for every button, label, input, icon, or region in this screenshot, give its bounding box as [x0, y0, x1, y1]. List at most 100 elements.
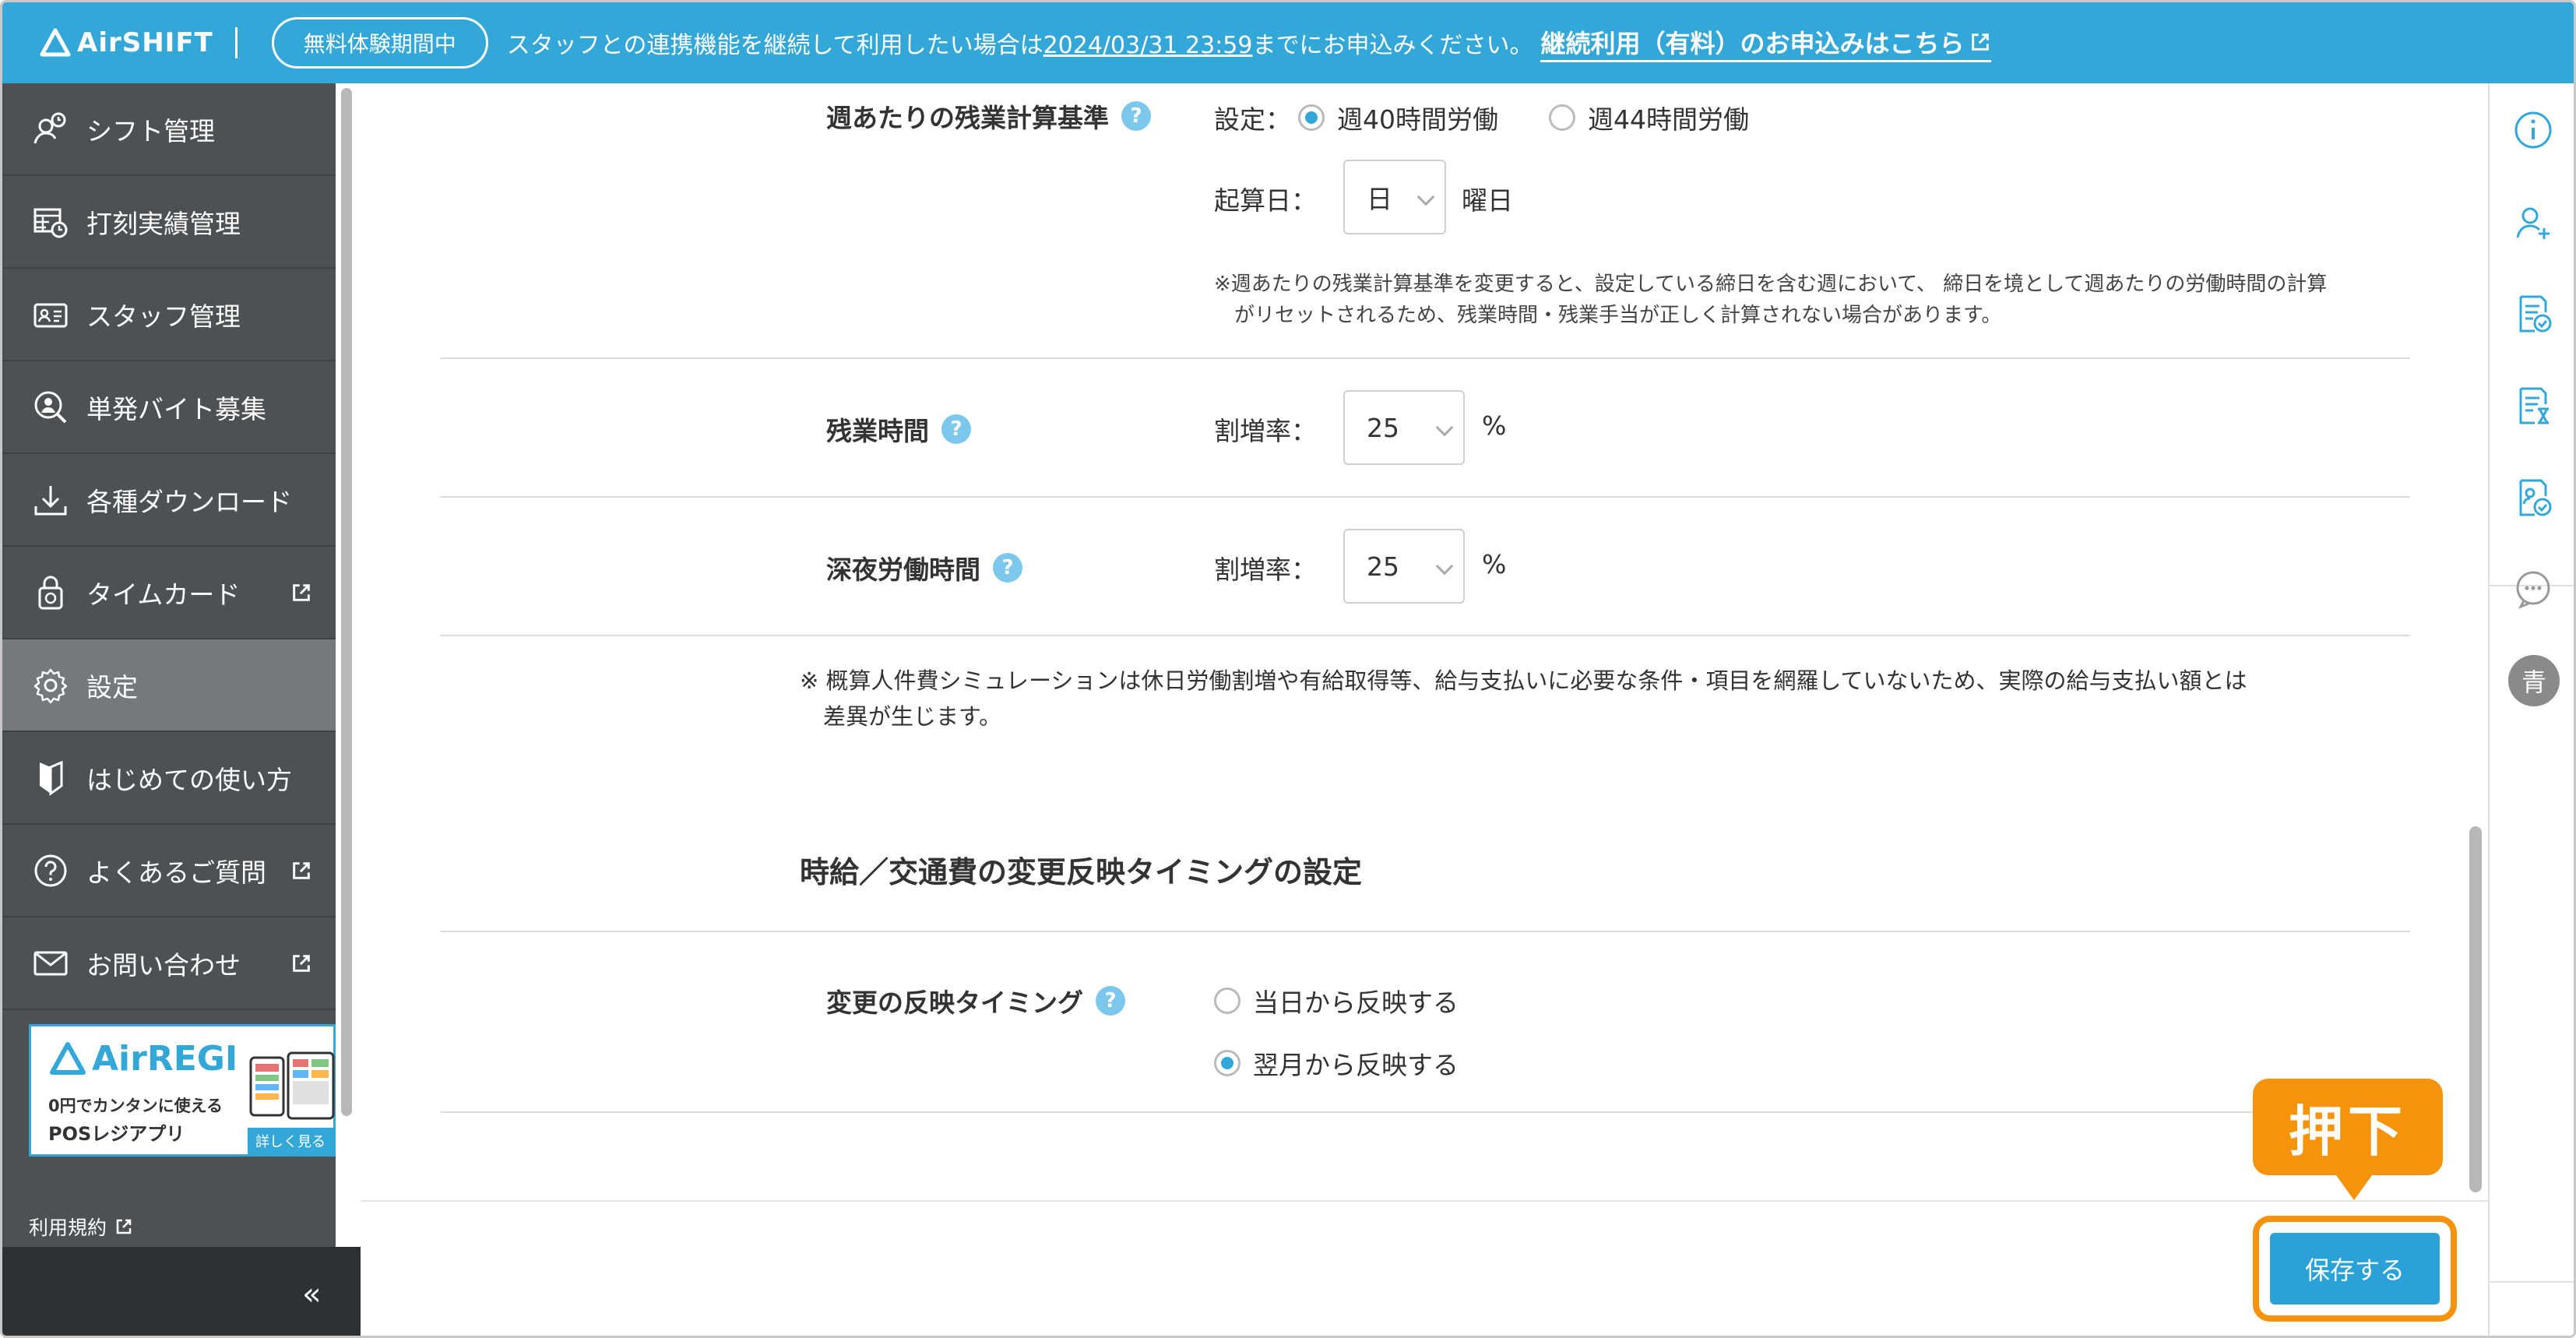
- radio-button[interactable]: [1214, 988, 1240, 1014]
- add-user-icon[interactable]: [2511, 200, 2555, 244]
- night-rate-select[interactable]: 25: [1343, 529, 1465, 604]
- overtime-title: 残業時間: [826, 416, 929, 446]
- press-callout: 押下: [2253, 1079, 2443, 1175]
- sidebar-item-timecard[interactable]: タイムカード: [2, 547, 336, 639]
- promo-more-link[interactable]: 詳しく見る: [248, 1128, 333, 1154]
- external-link-icon: [1971, 33, 1989, 51]
- trial-message-pre: スタッフとの連携機能を継続して利用したい場合は: [506, 32, 1043, 59]
- start-day-suffix: 曜日: [1462, 185, 1513, 216]
- radio-week40[interactable]: 週40時間労働: [1298, 99, 1498, 136]
- chevron-down-icon: [1435, 418, 1454, 437]
- sidebar-item-label: 各種ダウンロード: [86, 486, 292, 517]
- divider: [440, 635, 2410, 636]
- info-icon[interactable]: [2511, 108, 2555, 152]
- gear-icon: [33, 668, 68, 703]
- start-day-label: 起算日：: [1214, 185, 1317, 216]
- doc-check-icon[interactable]: [2511, 292, 2555, 336]
- help-icon[interactable]: ?: [941, 414, 971, 444]
- avatar[interactable]: 青: [2508, 655, 2560, 706]
- radio-same-day[interactable]: 当日から反映する: [1214, 982, 1459, 1019]
- sidebar-scrollbar[interactable]: [341, 88, 352, 1116]
- overtime-rate-label: 割増率：: [1214, 416, 1317, 446]
- sidebar-item-staff[interactable]: スタッフ管理: [2, 269, 336, 361]
- radio-button[interactable]: [1549, 104, 1575, 131]
- weekly-overtime-title: 週あたりの残業計算基準: [826, 103, 1109, 133]
- divider: [440, 1111, 2410, 1113]
- sidebar-item-label: スタッフ管理: [86, 301, 241, 332]
- overtime-rate-select[interactable]: 25: [1343, 390, 1465, 465]
- sidebar-item-settings[interactable]: 設定: [2, 639, 336, 732]
- sidebar-item-faq[interactable]: よくあるご質問: [2, 825, 336, 917]
- settings-content: [361, 83, 2488, 1200]
- doc-hourglass-icon[interactable]: [2511, 384, 2555, 428]
- trial-deadline: 2024/03/31 23:59: [1043, 32, 1253, 59]
- radio-button-checked[interactable]: [1214, 1050, 1240, 1076]
- overtime-label: 残業時間?: [826, 410, 971, 448]
- help-icon[interactable]: ?: [993, 553, 1022, 583]
- help-icon[interactable]: ?: [1096, 986, 1125, 1016]
- action-bar: [361, 1200, 2488, 1336]
- app-logo[interactable]: AirSHIFT: [40, 27, 213, 58]
- night-rate-label: 割増率：: [1214, 555, 1317, 585]
- sidebar-item-label: タイムカード: [86, 579, 241, 610]
- content-scrollbar[interactable]: [2469, 826, 2482, 1192]
- simulation-note: ※ 概算人件費シミュレーションは休日労働割増や有給取得等、給与支払いに必要な条件…: [800, 663, 2247, 734]
- start-day-value: 日: [1367, 184, 1392, 214]
- airshift-logo-icon: [40, 28, 71, 57]
- app-name: AirSHIFT: [77, 27, 213, 58]
- note-line: がリセットされるため、残業時間・残業手当が正しく計算されない場合があります。: [1234, 304, 2002, 327]
- divider: [440, 931, 2410, 932]
- subscribe-link[interactable]: 継続利用（有料）のお申込みはこちら: [1540, 24, 1991, 62]
- note-line: 差異が生じます。: [823, 703, 1002, 730]
- trial-message-post: までにお申込みください。: [1252, 32, 1533, 59]
- chevron-down-icon: [1435, 557, 1454, 576]
- staff-card-icon: [33, 303, 68, 327]
- help-icon[interactable]: ?: [1121, 101, 1151, 131]
- chat-icon[interactable]: [2511, 568, 2555, 611]
- person-search-icon: [34, 391, 67, 423]
- weekly-overtime-label: 週あたりの残業計算基準?: [826, 97, 1151, 135]
- top-banner: AirSHIFT 無料体験期間中 スタッフとの連携機能を継続して利用したい場合は…: [2, 2, 2574, 83]
- logo-separator: [234, 27, 238, 58]
- timing-section-title: 時給／交通費の変更反映タイミングの設定: [800, 855, 1363, 889]
- save-button[interactable]: 保存する: [2270, 1233, 2440, 1305]
- sidebar-item-shift[interactable]: シフト管理: [2, 83, 336, 176]
- radio-week44[interactable]: 週44時間労働: [1549, 99, 1749, 136]
- weekly-setting-label: 設定：: [1214, 104, 1291, 135]
- divider: [440, 357, 2410, 359]
- sidebar-item-label: 打刻実績管理: [86, 208, 241, 239]
- external-link-icon: [293, 583, 310, 601]
- sidebar-item-onetime-job[interactable]: 単発バイト募集: [2, 361, 336, 454]
- terms-link[interactable]: 利用規約: [29, 1213, 133, 1241]
- radio-label: 当日から反映する: [1253, 988, 1459, 1018]
- external-link-icon: [293, 861, 310, 879]
- percent-unit: %: [1482, 549, 1507, 579]
- sidebar-item-contact[interactable]: お問い合わせ: [2, 917, 336, 1010]
- doc-badge-icon[interactable]: [2511, 476, 2555, 519]
- beginner-icon: [40, 760, 63, 796]
- airregi-promo-banner[interactable]: AirREGI 0円でカンタンに使える POSレジアプリ 詳しく見る: [29, 1024, 336, 1157]
- callout-pointer: [2334, 1172, 2374, 1200]
- question-icon: [34, 854, 67, 886]
- sidebar-item-label: シフト管理: [86, 115, 215, 146]
- radio-label: 翌月から反映する: [1253, 1050, 1459, 1080]
- sidebar-item-downloads[interactable]: 各種ダウンロード: [2, 454, 336, 547]
- sidebar-item-label: 設定: [86, 671, 138, 702]
- terms-label: 利用規約: [29, 1217, 107, 1239]
- sidebar-item-getting-started[interactable]: はじめての使い方: [2, 732, 336, 825]
- start-day-select[interactable]: 日: [1343, 160, 1446, 234]
- timing-label: 変更の反映タイミング?: [826, 982, 1125, 1019]
- note-line: ※週あたりの残業計算基準を変更すると、設定している締日を含む週において、 締日を…: [1214, 273, 2328, 296]
- airregi-logo-icon: [50, 1041, 86, 1075]
- radio-label: 週40時間労働: [1337, 104, 1498, 135]
- night-rate-value: 25: [1367, 551, 1399, 582]
- lock-clock-icon: [38, 576, 63, 609]
- sidebar-item-timesheet[interactable]: 打刻実績管理: [2, 176, 336, 269]
- tablet-phone-illustration: [249, 1051, 335, 1120]
- radio-next-month[interactable]: 翌月から反映する: [1214, 1044, 1459, 1082]
- sidebar-item-label: よくあるご質問: [86, 857, 266, 888]
- radio-button-checked[interactable]: [1298, 104, 1325, 131]
- rail-divider: [2490, 1281, 2574, 1283]
- external-link-icon: [116, 1219, 132, 1234]
- collapse-sidebar-button[interactable]: «: [302, 1276, 321, 1312]
